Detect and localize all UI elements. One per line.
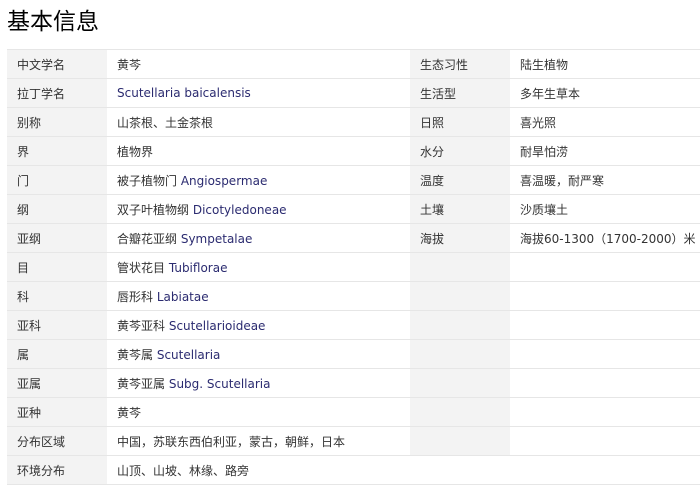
empty-value: [510, 310, 700, 340]
field-value: 被子植物门 Angiospermae: [107, 165, 410, 195]
field-label: 门: [7, 165, 107, 195]
field-value: 喜温暖，耐严寒: [510, 165, 700, 195]
field-label: 目: [7, 252, 107, 282]
empty-label: [410, 426, 510, 456]
field-value: 黄芩属 Scutellaria: [107, 339, 410, 369]
field-value: 黄芩: [107, 49, 410, 79]
basic-info-table: 中文学名 黄芩 生态习性 陆生植物 拉丁学名 Scutellaria baicalensi…: [7, 49, 700, 485]
field-value: 双子叶植物纲 Dicotyledoneae: [107, 194, 410, 224]
table-row: 目管状花目 Tubiflorae: [7, 252, 700, 282]
table-row: 门被子植物门 Angiospermae 温度 喜温暖，耐严寒: [7, 165, 700, 195]
field-label: 亚纲: [7, 223, 107, 253]
field-label: 环境分布: [7, 455, 107, 485]
value-text: 双子叶植物纲: [117, 202, 193, 217]
field-label: 温度: [410, 165, 510, 195]
empty-value: [510, 281, 700, 311]
value-text: 黄芩亚属: [117, 376, 169, 391]
empty-label: [410, 252, 510, 282]
field-label: 纲: [7, 194, 107, 224]
value-text: 植物界: [117, 144, 154, 159]
field-value: 黄芩亚科 Scutellarioideae: [107, 310, 410, 340]
field-value: 管状花目 Tubiflorae: [107, 252, 410, 282]
field-value: 耐旱怕涝: [510, 136, 700, 166]
empty-label: [410, 339, 510, 369]
field-label: 科: [7, 281, 107, 311]
table-row: 环境分布 山顶、山坡、林缘、路旁: [7, 455, 700, 485]
field-label: 属: [7, 339, 107, 369]
field-value: 山茶根、土金茶根: [107, 107, 410, 137]
value-text: 黄芩属: [117, 347, 157, 362]
table-row: 亚属 黄芩亚属 Subg. Scutellaria: [7, 368, 700, 398]
empty-label: [410, 281, 510, 311]
value-text: 中国，苏联东西伯利亚，蒙古，朝鲜，日本: [117, 434, 346, 449]
table-row: 拉丁学名 Scutellaria baicalensis 生活型 多年生草本: [7, 78, 700, 108]
value-text: 黄芩亚科: [117, 318, 169, 333]
field-label: 亚科: [7, 310, 107, 340]
latin-name: Dicotyledoneae: [192, 202, 287, 217]
field-label: 生态习性: [410, 49, 510, 79]
table-row: 分布区域 中国，苏联东西伯利亚，蒙古，朝鲜，日本: [7, 426, 700, 456]
value-text: 山顶、山坡、林缘、路旁: [117, 463, 250, 478]
field-value: 唇形科 Labiatae: [107, 281, 410, 311]
value-text: 黄芩: [117, 57, 142, 72]
empty-value: [510, 339, 700, 369]
field-value: 山顶、山坡、林缘、路旁: [107, 455, 700, 485]
table-row: 亚科 黄芩亚科 Scutellarioideae: [7, 310, 700, 340]
empty-label: [410, 310, 510, 340]
empty-value: [510, 252, 700, 282]
empty-value: [510, 368, 700, 398]
field-label: 日照: [410, 107, 510, 137]
latin-name: Scutellaria baicalensis: [117, 86, 251, 100]
field-value: 海拔60-1300（1700-2000）米: [510, 223, 700, 253]
field-label: 亚属: [7, 368, 107, 398]
field-label: 海拔: [410, 223, 510, 253]
table-row: 属黄芩属 Scutellaria: [7, 339, 700, 369]
field-label: 生活型: [410, 78, 510, 108]
value-text: 山茶根、土金茶根: [117, 115, 214, 130]
field-value: 合瓣花亚纲 Sympetalae: [107, 223, 410, 253]
field-value: Scutellaria baicalensis: [107, 78, 410, 108]
field-value: 喜光照: [510, 107, 700, 137]
value-text: 黄芩: [117, 405, 142, 420]
latin-name: Sympetalae: [180, 231, 253, 246]
field-label: 界: [7, 136, 107, 166]
table-row: 纲双子叶植物纲 Dicotyledoneae 土壤 沙质壤土: [7, 194, 700, 224]
table-row: 界植物界 水分 耐旱怕涝: [7, 136, 700, 166]
field-label: 水分: [410, 136, 510, 166]
field-label: 别称: [7, 107, 107, 137]
latin-name: Scutellarioideae: [168, 318, 266, 333]
value-text: 管状花目: [117, 260, 169, 275]
field-label: 分布区域: [7, 426, 107, 456]
table-row: 别称 山茶根、土金茶根 日照 喜光照: [7, 107, 700, 137]
field-label: 土壤: [410, 194, 510, 224]
table-row: 亚种 黄芩: [7, 397, 700, 427]
latin-name: Tubiflorae: [168, 260, 228, 275]
value-text: 唇形科: [117, 289, 157, 304]
field-value: 陆生植物: [510, 49, 700, 79]
value-text: 被子植物门: [117, 173, 181, 188]
table-row: 亚纲 合瓣花亚纲 Sympetalae 海拔 海拔60-1300（1700-2000）…: [7, 223, 700, 253]
field-value: 植物界: [107, 136, 410, 166]
empty-value: [510, 426, 700, 456]
section-title: 基本信息: [7, 9, 99, 35]
value-text: 合瓣花亚纲: [117, 231, 181, 246]
empty-label: [410, 397, 510, 427]
table-row: 中文学名 黄芩 生态习性 陆生植物: [7, 49, 700, 79]
field-label: 亚种: [7, 397, 107, 427]
empty-value: [510, 397, 700, 427]
field-value: 中国，苏联东西伯利亚，蒙古，朝鲜，日本: [107, 426, 410, 456]
latin-name: Labiatae: [156, 289, 209, 304]
field-value: 黄芩亚属 Subg. Scutellaria: [107, 368, 410, 398]
field-label: 中文学名: [7, 49, 107, 79]
field-value: 多年生草本: [510, 78, 700, 108]
field-value: 黄芩: [107, 397, 410, 427]
latin-name: Angiospermae: [180, 173, 268, 188]
field-value: 沙质壤土: [510, 194, 700, 224]
table-row: 科唇形科 Labiatae: [7, 281, 700, 311]
empty-label: [410, 368, 510, 398]
latin-name: Subg. Scutellaria: [168, 376, 271, 391]
latin-name: Scutellaria: [156, 347, 221, 362]
field-label: 拉丁学名: [7, 78, 107, 108]
